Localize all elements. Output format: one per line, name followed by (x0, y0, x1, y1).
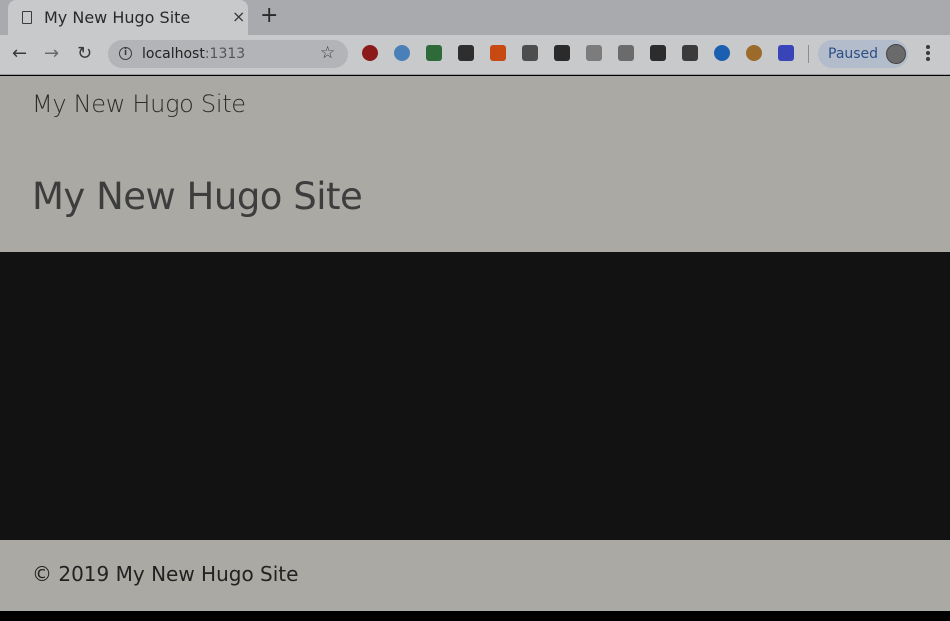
puzzle-icon[interactable] (618, 45, 634, 61)
v-extension-icon[interactable] (394, 45, 410, 61)
evernote-icon[interactable] (426, 45, 442, 61)
shield-icon[interactable] (586, 45, 602, 61)
hero-title: My New Hugo Site (32, 175, 363, 218)
forward-icon[interactable]: → (44, 43, 59, 65)
adblock-plus-icon[interactable] (362, 45, 378, 61)
page-icon (22, 11, 32, 24)
site-footer: © 2019 My New Hugo Site (0, 540, 950, 611)
address-bar[interactable]: i localhost:1313 ☆ (108, 40, 348, 68)
bottom-strip (0, 611, 950, 621)
profile-button[interactable]: Paused (818, 40, 908, 68)
url-host: localhost (142, 46, 205, 62)
reload-icon[interactable]: ↻ (77, 43, 92, 65)
browser-tab[interactable]: My New Hugo Site × (8, 0, 248, 35)
back-icon[interactable]: ← (12, 43, 27, 65)
color-bars-icon[interactable] (778, 45, 794, 61)
url-port: :1313 (204, 46, 246, 62)
hat-icon[interactable] (458, 45, 474, 61)
satellite-icon[interactable] (682, 45, 698, 61)
site-name-link[interactable]: My New Hugo Site (32, 90, 246, 118)
cookie-icon[interactable] (746, 45, 762, 61)
folder-icon[interactable] (522, 45, 538, 61)
tab-title: My New Hugo Site (44, 8, 191, 27)
close-tab-icon[interactable]: × (232, 7, 245, 26)
url-text: localhost:1313 (142, 46, 245, 62)
blue-circle-icon[interactable] (714, 45, 730, 61)
film-icon[interactable] (650, 45, 666, 61)
profile-status: Paused (828, 46, 879, 62)
bookmark-star-icon[interactable]: ☆ (320, 43, 335, 63)
avatar (886, 44, 906, 64)
main-content-area (0, 252, 950, 540)
info-icon[interactable]: i (119, 47, 132, 60)
footer-copyright: © 2019 My New Hugo Site (32, 562, 299, 586)
ninja-icon[interactable] (554, 45, 570, 61)
toolbar-separator (808, 45, 809, 63)
browser-menu-icon[interactable] (922, 44, 934, 64)
page-viewport: My New Hugo Site My New Hugo Site © 2019… (0, 76, 950, 611)
flower-icon[interactable] (490, 45, 506, 61)
tab-strip: My New Hugo Site × + (0, 0, 950, 35)
new-tab-button[interactable]: + (260, 4, 278, 28)
site-header: My New Hugo Site My New Hugo Site (0, 76, 950, 252)
